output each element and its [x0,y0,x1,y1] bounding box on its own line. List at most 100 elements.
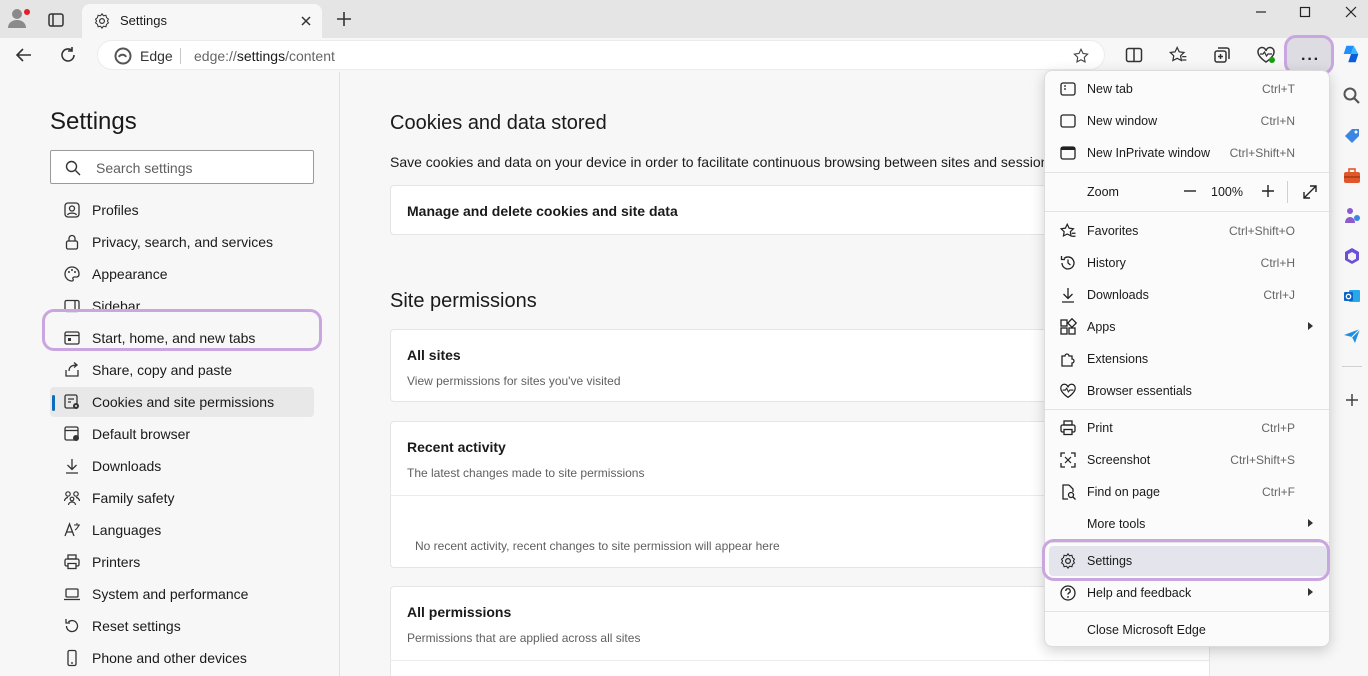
edge-sidebar-rail [1334,72,1368,676]
menu-label: Close Microsoft Edge [1087,623,1206,637]
ellipsis-icon: ··· [1301,51,1320,68]
sidebar-item-phone[interactable]: Phone and other devices [50,643,314,673]
collections-button[interactable] [1211,44,1233,66]
family-icon [63,489,81,507]
menu-label: Downloads [1087,288,1149,302]
submenu-arrow-icon [1308,588,1313,596]
settings-heading: Settings [50,108,137,135]
outlook-icon[interactable] [1342,286,1362,306]
tab-settings[interactable]: Settings [82,4,322,38]
microsoft-365-icon[interactable] [1342,246,1362,266]
back-button[interactable] [13,44,35,66]
sidebar-item-languages[interactable]: Languages [50,515,314,545]
menu-item-apps[interactable]: Apps [1049,312,1327,342]
recent-activity-empty: No recent activity, recent changes to si… [415,539,780,553]
shopping-tag-icon[interactable] [1342,126,1362,146]
sidebar-item-label: Appearance [92,266,168,282]
menu-item-close-edge[interactable]: Close Microsoft Edge [1049,615,1327,645]
new-window-icon [1059,112,1077,130]
sidebar-item-share[interactable]: Share, copy and paste [50,355,314,385]
menu-item-more-tools[interactable]: More tools [1049,509,1327,539]
submenu-arrow-icon [1308,322,1313,330]
menu-item-new-window[interactable]: New window Ctrl+N [1049,106,1327,136]
favorites-button[interactable] [1167,44,1189,66]
history-icon [1059,254,1077,272]
minimize-button[interactable] [1246,2,1276,22]
menu-item-downloads[interactable]: Downloads Ctrl+J [1049,280,1327,310]
menu-item-favorites[interactable]: Favorites Ctrl+Shift+O [1049,216,1327,246]
menu-separator [1045,172,1329,173]
sidebar-item-privacy[interactable]: Privacy, search, and services [50,227,314,257]
download-icon [1059,286,1077,304]
sidebar-item-cookies[interactable]: Cookies and site permissions [50,387,314,417]
url-scheme: edge:// [194,48,237,64]
back-arrow-icon [15,48,31,62]
zoom-value: 100% [1211,185,1243,199]
reset-icon [63,617,81,635]
fullscreen-expand-icon[interactable] [1299,181,1321,203]
menu-item-new-tab[interactable]: New tab Ctrl+T [1049,74,1327,104]
settings-and-more-button[interactable]: ··· [1284,35,1334,75]
copilot-button[interactable] [1340,43,1362,65]
sidebar-item-printers[interactable]: Printers [50,547,314,577]
search-icon[interactable] [1342,86,1362,106]
settings-sidebar: Settings Search settings Profiles Privac… [0,72,340,676]
new-tab-button[interactable] [334,9,354,29]
sidebar-item-downloads[interactable]: Downloads [50,451,314,481]
profile-button[interactable] [6,6,36,32]
close-icon [1345,6,1357,18]
address-toolbar: Edge edge://settings/content [0,38,1368,72]
submenu-arrow-icon [1308,519,1313,527]
url-text[interactable]: edge://settings/content [194,48,335,64]
sidebar-item-reset[interactable]: Reset settings [50,611,314,641]
tab-actions-button[interactable] [44,8,68,32]
menu-shortcut: Ctrl+Shift+S [1230,453,1295,467]
download-icon [63,457,81,475]
refresh-button[interactable] [57,44,79,66]
permissions-heading: Site permissions [390,290,537,312]
split-screen-button[interactable] [1123,44,1145,66]
menu-item-help-feedback[interactable]: Help and feedback [1049,578,1327,608]
menu-item-print[interactable]: Print Ctrl+P [1049,413,1327,443]
menu-item-find-on-page[interactable]: Find on page Ctrl+F [1049,477,1327,507]
sidebar-item-label: Languages [92,522,162,538]
games-icon[interactable] [1342,206,1362,226]
add-icon[interactable] [1342,390,1362,410]
menu-item-new-inprivate[interactable]: New InPrivate window Ctrl+Shift+N [1049,138,1327,168]
zoom-in-button[interactable] [1257,180,1279,202]
new-tab-icon [1059,80,1077,98]
sidebar-item-system[interactable]: System and performance [50,579,314,609]
menu-label: History [1087,256,1126,270]
favorite-star-icon[interactable] [1072,47,1090,65]
refresh-icon [61,47,75,62]
tab-actions-icon [48,13,64,27]
menu-label: Find on page [1087,485,1160,499]
menu-shortcut: Ctrl+Shift+N [1229,146,1295,160]
printer-icon [63,553,81,571]
inprivate-icon [1059,144,1077,162]
menu-item-browser-essentials[interactable]: Browser essentials [1049,376,1327,406]
sidebar-item-label: Phone and other devices [92,650,247,666]
sidebar-item-appearance[interactable]: Appearance [50,259,314,289]
browser-essentials-button[interactable] [1255,44,1277,66]
address-bar[interactable]: Edge edge://settings/content [97,40,1105,70]
cookies-highlight-ring [42,309,322,351]
menu-item-screenshot[interactable]: Screenshot Ctrl+Shift+S [1049,445,1327,475]
menu-item-history[interactable]: History Ctrl+H [1049,248,1327,278]
menu-label: New window [1087,114,1158,128]
menu-shortcut: Ctrl+Shift+O [1228,224,1295,238]
sidebar-item-family-safety[interactable]: Family safety [50,483,314,513]
send-icon[interactable] [1342,326,1362,346]
sidebar-item-profiles[interactable]: Profiles [50,195,314,225]
sidebar-item-default-browser[interactable]: Default browser [50,419,314,449]
window-close-button[interactable] [1336,2,1366,22]
tab-close-icon[interactable] [298,13,314,29]
maximize-button[interactable] [1290,2,1320,22]
gear-icon [93,12,111,30]
tools-icon[interactable] [1342,166,1362,186]
menu-shortcut: Ctrl+N [1260,114,1295,128]
search-settings-input[interactable]: Search settings [50,150,314,184]
maximize-icon [1299,6,1311,18]
menu-item-extensions[interactable]: Extensions [1049,344,1327,374]
zoom-out-button[interactable] [1179,180,1201,202]
